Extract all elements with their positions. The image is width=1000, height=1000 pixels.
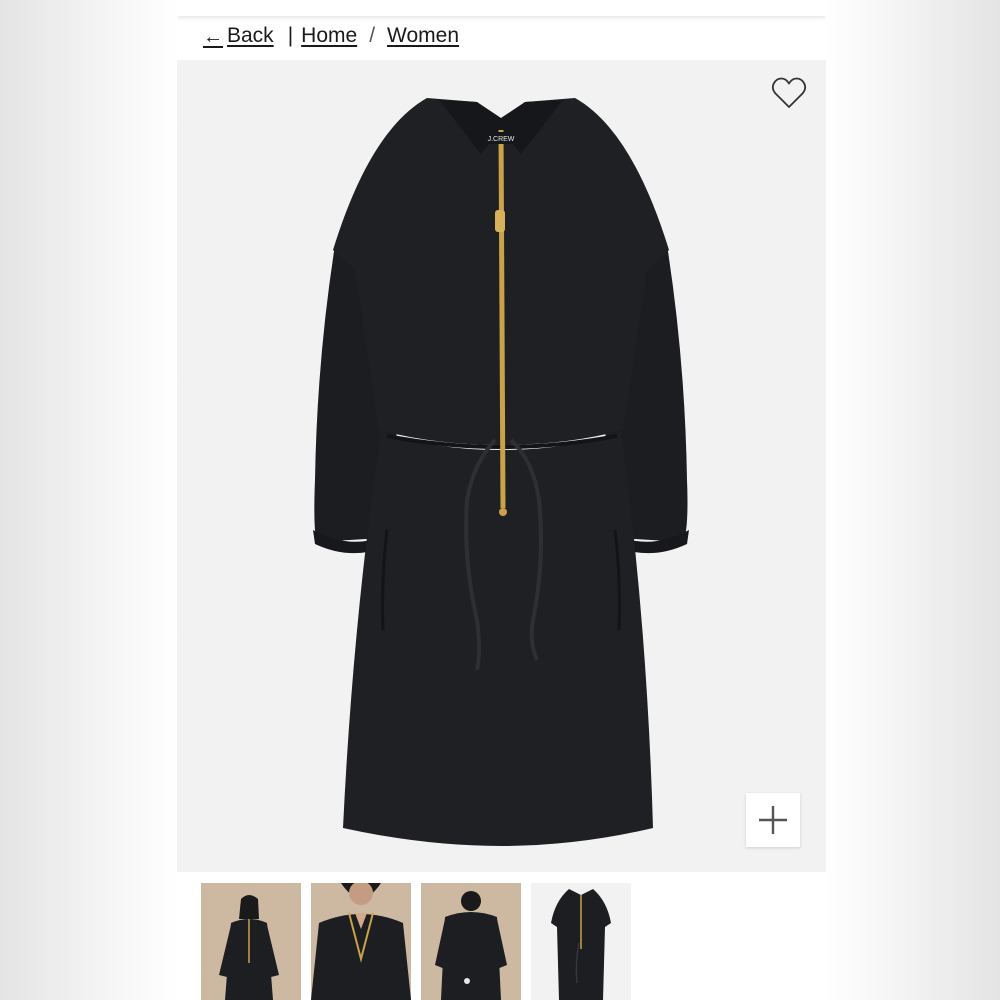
heart-outline-icon (771, 77, 807, 108)
breadcrumb-divider: | (287, 24, 294, 47)
breadcrumb-home-link[interactable]: Home (301, 24, 357, 48)
arrow-left-icon: ← (203, 25, 223, 48)
thumbnail-image (531, 883, 631, 1000)
brand-label: J.CREW (488, 136, 515, 143)
top-bar (177, 0, 826, 16)
thumbnail-image (201, 883, 301, 1000)
thumbnail-image (311, 883, 411, 1000)
thumbnail-image (421, 883, 521, 1000)
breadcrumb-separator: / (369, 24, 376, 47)
back-label: Back (227, 24, 274, 47)
thumbnail-model-front[interactable] (201, 883, 301, 1000)
back-link[interactable]: ← Back (203, 24, 274, 48)
wishlist-button[interactable] (771, 76, 807, 110)
thumbnail-model-closeup[interactable] (311, 883, 411, 1000)
thumbnail-model-back[interactable] (421, 883, 521, 1000)
thumbnail-strip (201, 883, 631, 1000)
breadcrumb-women-link[interactable]: Women (387, 24, 459, 48)
mobile-viewport: ← Back | Home / Women J.CREW (177, 0, 826, 1000)
dress-image: J.CREW (313, 98, 689, 846)
zoom-button[interactable] (746, 793, 800, 847)
plus-icon (759, 806, 787, 834)
product-image[interactable]: J.CREW (177, 60, 826, 872)
breadcrumb: ← Back | Home / Women (203, 22, 459, 50)
thumbnail-flat-lay[interactable] (531, 883, 631, 1000)
